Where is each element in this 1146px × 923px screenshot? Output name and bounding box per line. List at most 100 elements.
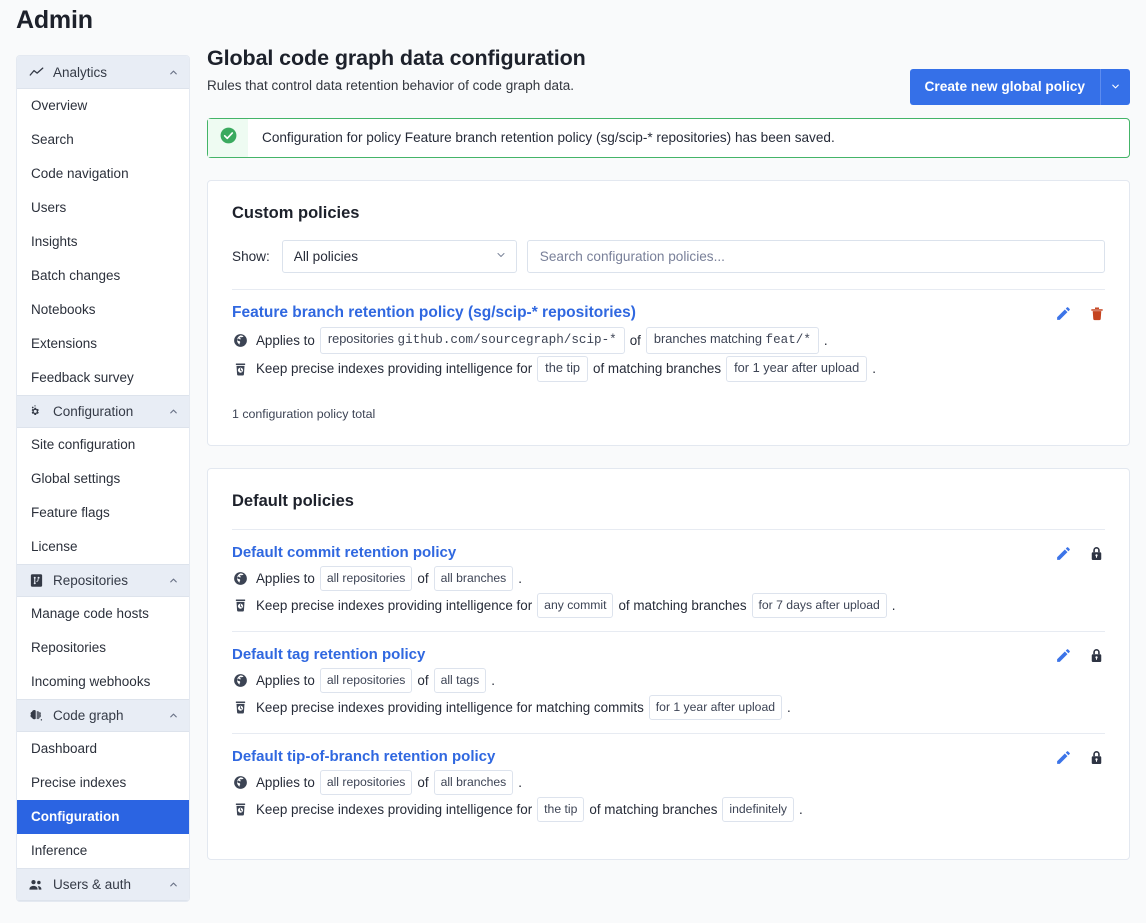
line-chart-icon [28, 64, 44, 80]
sidebar-item-search[interactable]: Search [17, 123, 189, 157]
show-select-wrapper: All policies [281, 240, 517, 273]
sidebar-item-inference[interactable]: Inference [17, 834, 189, 868]
policy-text: . [872, 361, 877, 376]
caret-up-icon [167, 406, 179, 418]
create-new-global-policy-button[interactable]: Create new global policy [909, 69, 1100, 105]
show-label: Show: [232, 249, 270, 264]
edit-icon [1055, 749, 1072, 769]
policy-row: Default commit retention policy Applies t… [232, 530, 1105, 631]
edit-policy-button[interactable] [1055, 648, 1072, 665]
sidebar-group-label: Configuration [53, 404, 134, 419]
sidebar-item-code-navigation[interactable]: Code navigation [17, 157, 189, 191]
delete-policy-button[interactable] [1088, 306, 1105, 323]
caret-up-icon [167, 575, 179, 587]
policy-badge: all branches [433, 770, 514, 795]
sidebar-item-overview[interactable]: Overview [17, 89, 189, 123]
edit-policy-button[interactable] [1055, 546, 1072, 563]
sidebar-item-incoming-webhooks[interactable]: Incoming webhooks [17, 665, 189, 699]
caret-up-icon [167, 66, 179, 78]
policy-text: Applies to [256, 672, 315, 688]
sidebar-item-repositories[interactable]: Repositories [17, 631, 189, 665]
success-alert: Configuration for policy Feature branch … [207, 118, 1130, 158]
policy-name-link[interactable]: Default tag retention policy [232, 646, 425, 663]
policy-text: Keep precise indexes providing intellige… [256, 361, 533, 376]
default-policies-card: Default policies Default commit retentio… [207, 468, 1130, 860]
page-title: Admin [16, 6, 93, 34]
policy-text: Keep precise indexes providing intellige… [256, 801, 533, 817]
sidebar-group-users-auth[interactable]: Users & auth [17, 868, 189, 901]
clock-retention-icon [232, 361, 248, 377]
sidebar-group-repositories[interactable]: Repositories [17, 564, 189, 597]
sidebar-item-dashboard[interactable]: Dashboard [17, 732, 189, 766]
sidebar-item-precise-indexes[interactable]: Precise indexes [17, 766, 189, 800]
sidebar-group-configuration[interactable]: Configuration [17, 395, 189, 428]
alert-message: Configuration for policy Feature branch … [262, 130, 835, 145]
sidebar-item-extensions[interactable]: Extensions [17, 327, 189, 361]
policy-text: Applies to [256, 774, 315, 790]
policy-text: of matching branches [589, 801, 718, 817]
policy-badge-repositories: repositories github.com/sourcegraph/scip… [319, 327, 625, 354]
sidebar-item-site-configuration[interactable]: Site configuration [17, 428, 189, 462]
sidebar-item-configuration[interactable]: Configuration [17, 800, 189, 834]
policy-text: . [787, 699, 791, 715]
policy-text: of matching branches [593, 361, 722, 376]
policy-row: Feature branch retention policy (sg/scip… [232, 290, 1105, 395]
policy-badge: the tip [537, 797, 585, 822]
default-policies-title: Default policies [232, 492, 354, 510]
edit-policy-button[interactable] [1055, 750, 1072, 767]
policy-text: of [417, 570, 429, 586]
clock-retention-icon [232, 700, 248, 716]
alert-icon-container [208, 119, 248, 157]
sidebar-item-insights[interactable]: Insights [17, 225, 189, 259]
policy-retention-line: Keep precise indexes providing intellige… [232, 356, 1105, 382]
policy-name-link[interactable]: Default commit retention policy [232, 544, 456, 561]
main-heading: Global code graph data configuration [207, 46, 586, 70]
policy-text: Keep precise indexes providing intellige… [256, 597, 533, 613]
policy-text: . [891, 597, 896, 613]
sidebar-item-feedback-survey[interactable]: Feedback survey [17, 361, 189, 395]
policy-badge: all repositories [319, 668, 413, 693]
policy-text: of matching branches [618, 597, 747, 613]
brain-icon [28, 708, 44, 724]
create-policy-button-group: Create new global policy [909, 69, 1130, 105]
policy-badge: all branches [433, 566, 514, 591]
policy-name-link[interactable]: Default tip-of-branch retention policy [232, 748, 495, 765]
sidebar-group-code-graph[interactable]: Code graph [17, 699, 189, 732]
clock-retention-icon [232, 802, 248, 818]
policy-badge: all tags [433, 668, 487, 693]
admin-sidebar: Analytics Overview Search Code navigation Us… [16, 55, 190, 902]
policy-badge: the tip [537, 356, 589, 382]
policy-badge: for 7 days after upload [751, 593, 887, 618]
delete-icon [1089, 305, 1105, 325]
create-policy-dropdown-toggle[interactable] [1100, 69, 1130, 105]
policy-text: of [417, 774, 429, 790]
sidebar-item-global-settings[interactable]: Global settings [17, 462, 189, 496]
sidebar-group-analytics[interactable]: Analytics [17, 56, 189, 89]
sidebar-item-users[interactable]: Users [17, 191, 189, 225]
custom-policies-filter-row: Show: All policies [232, 240, 1105, 273]
sidebar-item-batch-changes[interactable]: Batch changes [17, 259, 189, 293]
policy-text: Applies to [256, 332, 315, 348]
lock-policy-button [1088, 546, 1105, 563]
sidebar-item-license[interactable]: License [17, 530, 189, 564]
edit-policy-button[interactable] [1055, 306, 1072, 323]
sidebar-item-feature-flags[interactable]: Feature flags [17, 496, 189, 530]
show-policies-select[interactable]: All policies [281, 240, 517, 273]
edit-icon [1055, 545, 1072, 565]
sidebar-item-notebooks[interactable]: Notebooks [17, 293, 189, 327]
lock-policy-button [1088, 750, 1105, 767]
default-policy-list: Default commit retention policy Applies t… [232, 530, 1105, 835]
check-circle-icon [219, 126, 238, 150]
policy-text: Keep precise indexes providing intellige… [256, 699, 644, 715]
policy-badge: indefinitely [722, 797, 794, 822]
policy-retention-line: Keep precise indexes providing intellige… [232, 695, 1105, 720]
policy-actions [1055, 546, 1105, 563]
policy-name-link[interactable]: Feature branch retention policy (sg/scip… [232, 304, 636, 322]
globe-icon [232, 571, 248, 587]
policy-retention-line: Keep precise indexes providing intellige… [232, 593, 1105, 618]
policy-text: of [629, 332, 641, 348]
search-policies-input[interactable] [526, 240, 1105, 273]
sidebar-item-manage-code-hosts[interactable]: Manage code hosts [17, 597, 189, 631]
policy-row: Default tip-of-branch retention policy Ap… [232, 733, 1105, 835]
people-icon [28, 877, 44, 893]
